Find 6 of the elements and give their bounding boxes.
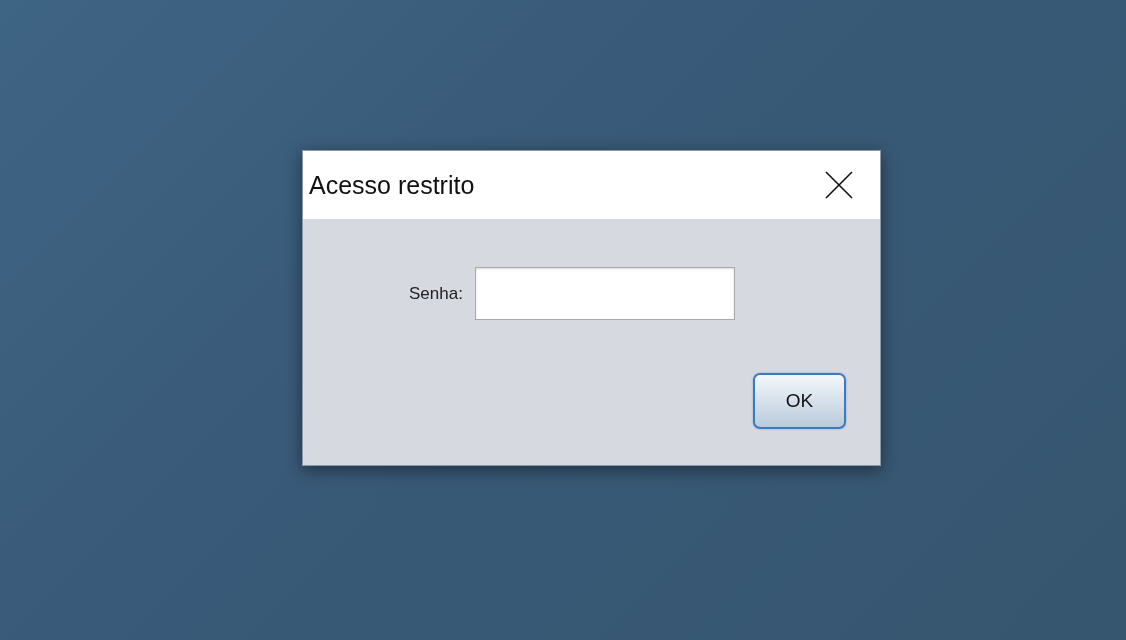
window-title: Acesso restrito xyxy=(309,172,475,198)
password-field[interactable] xyxy=(474,267,735,320)
close-button[interactable] xyxy=(824,170,854,200)
password-label: Senha: xyxy=(409,282,463,305)
close-icon xyxy=(825,171,853,199)
ok-button[interactable]: OK xyxy=(753,373,846,429)
